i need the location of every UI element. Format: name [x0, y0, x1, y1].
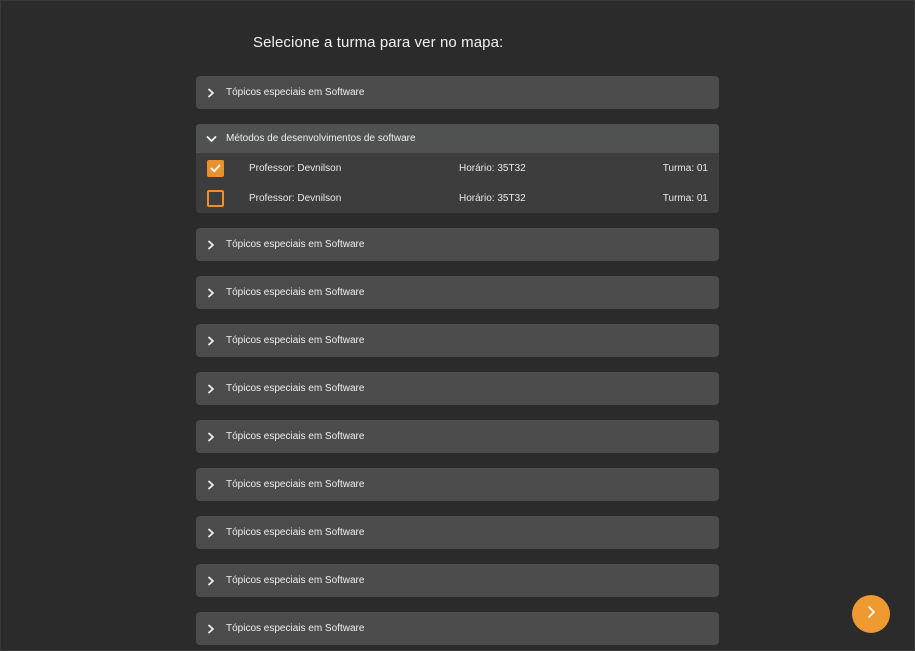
chevron-right-icon	[864, 605, 878, 624]
professor-label: Professor: Devnilson	[249, 162, 342, 174]
course-accordion: Tópicos especiais em Software	[196, 276, 719, 309]
accordion-header[interactable]: Tópicos especiais em Software	[196, 420, 719, 453]
accordion-header[interactable]: Métodos de desenvolvimentos de software	[196, 124, 719, 153]
accordion-title: Tópicos especiais em Software	[226, 335, 365, 346]
chevron-right-icon	[205, 335, 217, 347]
course-accordion: Tópicos especiais em Software	[196, 468, 719, 501]
chevron-right-icon	[205, 383, 217, 395]
accordion-title: Tópicos especiais em Software	[226, 479, 365, 490]
accordion-header[interactable]: Tópicos especiais em Software	[196, 276, 719, 309]
class-list: Tópicos especiais em Software Métodos de …	[196, 76, 719, 651]
course-accordion: Tópicos especiais em Software	[196, 420, 719, 453]
course-accordion: Tópicos especiais em Software	[196, 228, 719, 261]
accordion-header[interactable]: Tópicos especiais em Software	[196, 516, 719, 549]
accordion-header[interactable]: Tópicos especiais em Software	[196, 76, 719, 109]
accordion-header[interactable]: Tópicos especiais em Software	[196, 324, 719, 357]
course-accordion: Tópicos especiais em Software	[196, 564, 719, 597]
accordion-title: Tópicos especiais em Software	[226, 575, 365, 586]
class-number-label: Turma: 01	[662, 192, 708, 204]
course-accordion: Tópicos especiais em Software	[196, 76, 719, 109]
chevron-right-icon	[205, 575, 217, 587]
accordion-title: Tópicos especiais em Software	[226, 383, 365, 394]
course-accordion: Tópicos especiais em Software	[196, 516, 719, 549]
accordion-title: Métodos de desenvolvimentos de software	[226, 133, 416, 144]
accordion-title: Tópicos especiais em Software	[226, 527, 365, 538]
checkmark-icon	[210, 164, 221, 173]
accordion-title: Tópicos especiais em Software	[226, 239, 365, 250]
course-accordion: Métodos de desenvolvimentos de software P…	[196, 124, 719, 213]
professor-label: Professor: Devnilson	[249, 192, 342, 204]
chevron-right-icon	[205, 527, 217, 539]
class-checkbox[interactable]	[207, 190, 224, 207]
accordion-header[interactable]: Tópicos especiais em Software	[196, 228, 719, 261]
app-window: Selecione a turma para ver no mapa: Tópi…	[0, 0, 915, 651]
class-row[interactable]: Professor: Devnilson Horário: 35T32 Turma:…	[196, 183, 719, 213]
accordion-title: Tópicos especiais em Software	[226, 623, 365, 634]
course-accordion: Tópicos especiais em Software	[196, 324, 719, 357]
class-row[interactable]: Professor: Devnilson Horário: 35T32 Turma:…	[196, 153, 719, 183]
chevron-right-icon	[205, 479, 217, 491]
accordion-header[interactable]: Tópicos especiais em Software	[196, 468, 719, 501]
page-title: Selecione a turma para ver no mapa:	[253, 34, 504, 51]
chevron-right-icon	[205, 623, 217, 635]
chevron-right-icon	[205, 287, 217, 299]
schedule-label: Horário: 35T32	[459, 162, 526, 174]
course-accordion: Tópicos especiais em Software	[196, 372, 719, 405]
accordion-body: Professor: Devnilson Horário: 35T32 Turma:…	[196, 153, 719, 213]
accordion-title: Tópicos especiais em Software	[226, 87, 365, 98]
accordion-header[interactable]: Tópicos especiais em Software	[196, 612, 719, 645]
chevron-right-icon	[205, 239, 217, 251]
accordion-header[interactable]: Tópicos especiais em Software	[196, 372, 719, 405]
schedule-label: Horário: 35T32	[459, 192, 526, 204]
accordion-title: Tópicos especiais em Software	[226, 287, 365, 298]
course-accordion: Tópicos especiais em Software	[196, 612, 719, 645]
accordion-header[interactable]: Tópicos especiais em Software	[196, 564, 719, 597]
chevron-right-icon	[205, 431, 217, 443]
chevron-right-icon	[205, 87, 217, 99]
class-number-label: Turma: 01	[662, 162, 708, 174]
class-checkbox[interactable]	[207, 160, 224, 177]
next-button[interactable]	[852, 595, 890, 633]
chevron-down-icon	[205, 133, 217, 145]
accordion-title: Tópicos especiais em Software	[226, 431, 365, 442]
